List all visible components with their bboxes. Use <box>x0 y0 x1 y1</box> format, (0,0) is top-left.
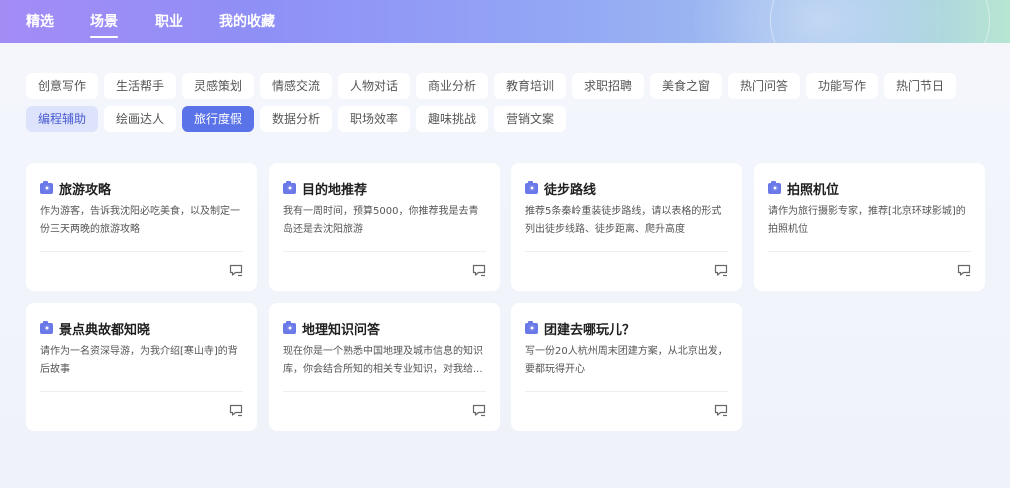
chat-icon[interactable] <box>472 404 486 417</box>
card-divider <box>525 391 728 392</box>
category-chip-travel[interactable]: 旅行度假 <box>182 106 255 132</box>
prompt-card[interactable]: 拍照机位 请作为旅行摄影专家，推荐[北京环球影城]的拍照机位 <box>754 163 985 291</box>
category-chip-food[interactable]: 美食之窗 <box>650 73 723 99</box>
category-chip-character-dialogue[interactable]: 人物对话 <box>338 73 411 99</box>
prompt-card[interactable]: 徒步路线 推荐5条秦岭重装徒步路线，请以表格的形式列出徒步线路、徒步距离、爬升高… <box>511 163 742 291</box>
tab-my-favorites[interactable]: 我的收藏 <box>219 12 275 32</box>
card-title-text: 旅游攻略 <box>59 182 112 198</box>
top-navigation-bar: 精选 场景 职业 我的收藏 <box>0 0 1010 43</box>
chat-icon[interactable] <box>229 404 243 417</box>
camera-icon <box>283 180 296 194</box>
card-description: 写一份20人杭州周末团建方案，从北京出发，要都玩得开心 <box>525 346 728 375</box>
category-chip-hot-qa[interactable]: 热门问答 <box>728 73 801 99</box>
card-divider <box>525 251 728 252</box>
category-chip-coding[interactable]: 编程辅助 <box>26 106 99 132</box>
category-chip-emotion[interactable]: 情感交流 <box>260 73 333 99</box>
tab-featured[interactable]: 精选 <box>26 12 54 32</box>
category-chip-life-helper[interactable]: 生活帮手 <box>104 73 177 99</box>
card-description: 作为游客，告诉我沈阳必吃美食，以及制定一份三天两晚的旅游攻略 <box>40 206 240 235</box>
card-title-text: 目的地推荐 <box>302 182 368 198</box>
tab-scenes[interactable]: 场景 <box>90 12 118 38</box>
prompt-card[interactable]: 目的地推荐 我有一周时间，预算5000，你推荐我是去青岛还是去沈阳旅游 <box>269 163 500 291</box>
category-chip-drawing[interactable]: 绘画达人 <box>104 106 177 132</box>
card-title: 景点典故都知晓 <box>40 319 151 338</box>
category-chip-business-analysis[interactable]: 商业分析 <box>416 73 489 99</box>
chat-icon[interactable] <box>472 264 486 277</box>
camera-icon <box>525 320 538 334</box>
card-title: 地理知识问答 <box>283 319 381 338</box>
card-description: 请作为旅行摄影专家，推荐[北京环球影城]的拍照机位 <box>768 206 966 235</box>
category-chip-creative-writing[interactable]: 创意写作 <box>26 73 99 99</box>
camera-icon <box>40 320 53 334</box>
card-divider <box>283 251 486 252</box>
category-chip-functional-writing[interactable]: 功能写作 <box>806 73 879 99</box>
card-description: 现在你是一个熟悉中国地理及城市信息的知识库，你会结合所知的相关专业知识，对我给.… <box>283 346 483 375</box>
card-title: 拍照机位 <box>768 179 840 198</box>
category-chip-fun-challenge[interactable]: 趣味挑战 <box>416 106 489 132</box>
card-description: 请作为一名资深导游，为我介绍[寒山寺]的背后故事 <box>40 346 238 375</box>
header-arc-decoration <box>770 0 990 43</box>
prompt-card[interactable]: 景点典故都知晓 请作为一名资深导游，为我介绍[寒山寺]的背后故事 <box>26 303 257 431</box>
card-divider <box>768 251 971 252</box>
prompt-card[interactable]: 旅游攻略 作为游客，告诉我沈阳必吃美食，以及制定一份三天两晚的旅游攻略 <box>26 163 257 291</box>
category-chip-workplace-efficiency[interactable]: 职场效率 <box>338 106 411 132</box>
camera-icon <box>283 320 296 334</box>
camera-icon <box>40 180 53 194</box>
card-title-text: 景点典故都知晓 <box>59 322 151 338</box>
category-chip-data-analysis[interactable]: 数据分析 <box>260 106 333 132</box>
chat-icon[interactable] <box>229 264 243 277</box>
card-title-text: 徒步路线 <box>544 182 597 198</box>
chat-icon[interactable] <box>957 264 971 277</box>
category-chip-marketing[interactable]: 营销文案 <box>494 106 567 132</box>
tab-professions[interactable]: 职业 <box>155 12 183 32</box>
camera-icon <box>768 180 781 194</box>
card-divider <box>283 391 486 392</box>
card-title: 旅游攻略 <box>40 179 112 198</box>
category-chip-holidays[interactable]: 热门节日 <box>884 73 957 99</box>
card-divider <box>40 251 243 252</box>
card-title: 徒步路线 <box>525 179 597 198</box>
category-chip-education[interactable]: 教育培训 <box>494 73 567 99</box>
card-description: 我有一周时间，预算5000，你推荐我是去青岛还是去沈阳旅游 <box>283 206 479 235</box>
card-title-text: 团建去哪玩儿？ <box>544 322 636 338</box>
card-title: 团建去哪玩儿？ <box>525 319 636 338</box>
camera-icon <box>525 180 538 194</box>
card-title-text: 地理知识问答 <box>302 322 381 338</box>
card-divider <box>40 391 243 392</box>
category-chip-job-hunting[interactable]: 求职招聘 <box>572 73 645 99</box>
card-title-text: 拍照机位 <box>787 182 840 198</box>
category-chip-inspiration[interactable]: 灵感策划 <box>182 73 255 99</box>
card-title: 目的地推荐 <box>283 179 368 198</box>
prompt-card[interactable]: 团建去哪玩儿？ 写一份20人杭州周末团建方案，从北京出发，要都玩得开心 <box>511 303 742 431</box>
chat-icon[interactable] <box>714 404 728 417</box>
chat-icon[interactable] <box>714 264 728 277</box>
card-description: 推荐5条秦岭重装徒步路线，请以表格的形式列出徒步线路、徒步距离、爬升高度 <box>525 206 722 235</box>
prompt-card[interactable]: 地理知识问答 现在你是一个熟悉中国地理及城市信息的知识库，你会结合所知的相关专业… <box>269 303 500 431</box>
